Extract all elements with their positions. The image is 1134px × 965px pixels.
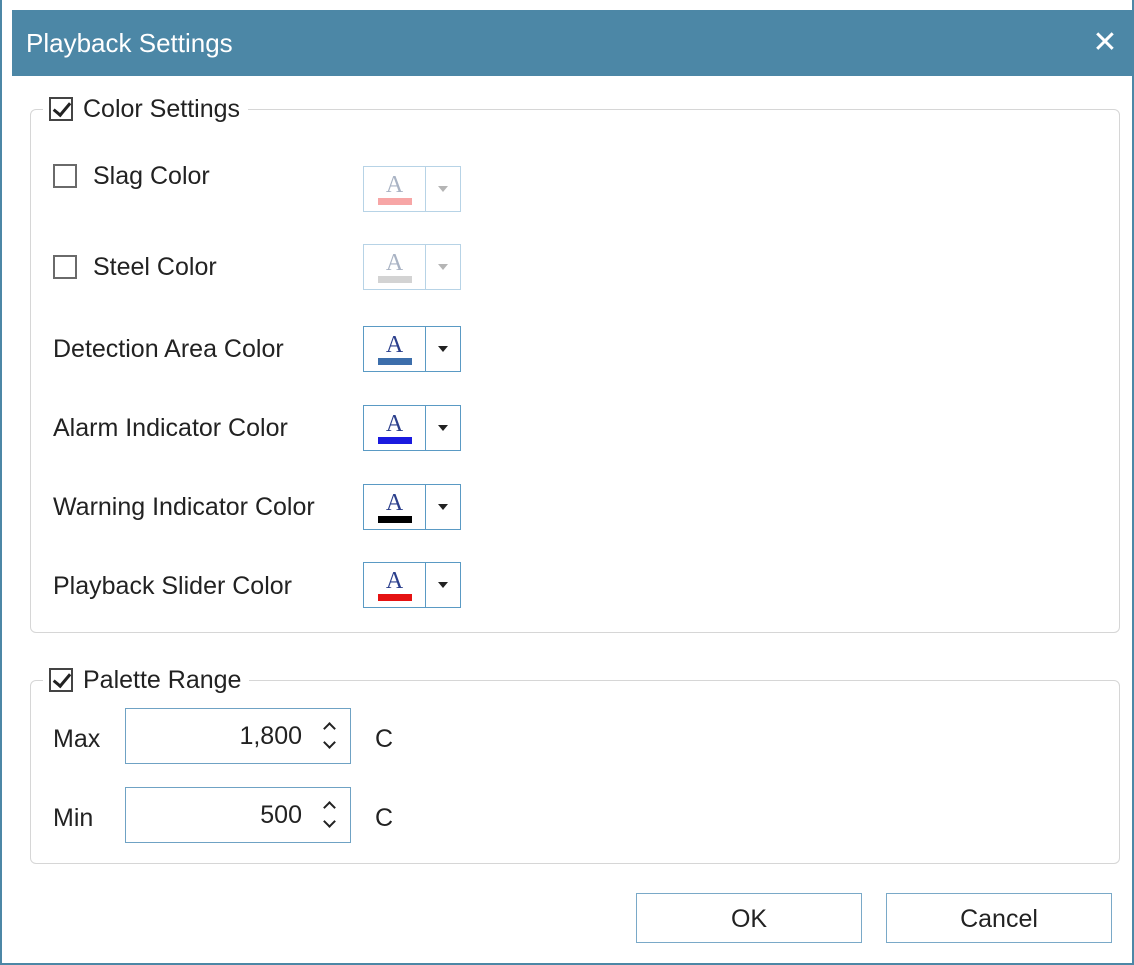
dropdown-arrow-icon — [438, 504, 448, 510]
steel-color-checkbox[interactable] — [53, 255, 77, 279]
warning-indicator-color-picker[interactable]: A — [363, 484, 461, 530]
playback-slider-color-swatch — [377, 593, 412, 601]
slag-color-dropdown[interactable] — [426, 167, 460, 211]
steel-color-label: Steel Color — [93, 252, 217, 281]
dropdown-arrow-icon — [438, 264, 448, 270]
playback-slider-color-picker[interactable]: A — [363, 562, 461, 608]
warning-indicator-color-row: Warning Indicator Color — [53, 487, 315, 527]
detection-area-color-label: Detection Area Color — [53, 334, 284, 363]
max-increment-button[interactable] — [322, 719, 336, 735]
slag-color-preview[interactable]: A — [364, 167, 426, 211]
min-label: Min — [53, 804, 94, 832]
chevron-up-icon — [322, 721, 336, 735]
max-decrement-button[interactable] — [322, 735, 336, 751]
min-value[interactable]: 500 — [260, 788, 302, 842]
chevron-down-icon — [322, 814, 336, 828]
detection-area-color-swatch — [377, 357, 412, 365]
warning-indicator-color-preview[interactable]: A — [364, 485, 426, 529]
max-unit: C — [375, 725, 394, 753]
slag-color-row: Slag Color — [53, 156, 210, 196]
dropdown-arrow-icon — [438, 425, 448, 431]
palette-range-checkbox[interactable] — [49, 668, 73, 692]
max-spinbox[interactable]: 1,800 — [125, 708, 351, 764]
color-settings-checkbox[interactable] — [49, 97, 73, 121]
chevron-down-icon — [322, 735, 336, 749]
detection-area-color-picker[interactable]: A — [363, 326, 461, 372]
detection-area-color-dropdown[interactable] — [426, 327, 460, 371]
alarm-indicator-color-label: Alarm Indicator Color — [53, 413, 288, 442]
font-color-icon: A — [385, 410, 404, 437]
dropdown-arrow-icon — [438, 582, 448, 588]
max-label: Max — [53, 725, 101, 753]
min-unit: C — [375, 804, 394, 832]
title-bar: Playback Settings ✕ — [12, 10, 1134, 76]
cancel-button[interactable]: Cancel — [886, 893, 1112, 943]
alarm-indicator-color-dropdown[interactable] — [426, 406, 460, 450]
min-decrement-button[interactable] — [322, 814, 336, 830]
min-spinbox[interactable]: 500 — [125, 787, 351, 843]
font-color-icon: A — [385, 489, 404, 516]
ok-button[interactable]: OK — [636, 893, 862, 943]
chevron-up-icon — [322, 800, 336, 814]
steel-color-row: Steel Color — [53, 247, 217, 287]
steel-color-preview[interactable]: A — [364, 245, 426, 289]
slag-color-picker[interactable]: A — [363, 166, 461, 212]
playback-slider-color-preview[interactable]: A — [364, 563, 426, 607]
detection-area-color-preview[interactable]: A — [364, 327, 426, 371]
alarm-indicator-color-preview[interactable]: A — [364, 406, 426, 450]
playback-slider-color-label: Playback Slider Color — [53, 571, 292, 600]
warning-indicator-color-dropdown[interactable] — [426, 485, 460, 529]
dropdown-arrow-icon — [438, 346, 448, 352]
font-color-icon: A — [385, 331, 404, 358]
warning-indicator-color-label: Warning Indicator Color — [53, 492, 315, 521]
playback-settings-dialog: Playback Settings ✕ Color Settings Slag … — [0, 0, 1134, 965]
color-settings-label: Color Settings — [83, 94, 241, 123]
font-color-icon: A — [385, 567, 404, 594]
alarm-indicator-color-row: Alarm Indicator Color — [53, 408, 288, 448]
color-settings-legend: Color Settings — [43, 93, 249, 125]
steel-color-picker[interactable]: A — [363, 244, 461, 290]
steel-color-swatch — [377, 275, 412, 283]
steel-color-dropdown[interactable] — [426, 245, 460, 289]
slag-color-label: Slag Color — [93, 161, 210, 190]
color-settings-group: Color Settings Slag Color A Steel Color … — [30, 93, 1120, 633]
palette-range-group: Palette Range Max 1,800 C Min 500 C — [30, 664, 1120, 864]
slag-color-swatch — [377, 197, 412, 205]
min-increment-button[interactable] — [322, 798, 336, 814]
playback-slider-color-dropdown[interactable] — [426, 563, 460, 607]
close-icon: ✕ — [1092, 26, 1118, 59]
alarm-indicator-color-picker[interactable]: A — [363, 405, 461, 451]
close-button[interactable]: ✕ — [1086, 24, 1124, 62]
playback-slider-color-row: Playback Slider Color — [53, 566, 292, 606]
font-color-icon: A — [385, 249, 404, 276]
detection-area-color-row: Detection Area Color — [53, 329, 284, 369]
max-value[interactable]: 1,800 — [239, 709, 302, 763]
font-color-icon: A — [385, 171, 404, 198]
palette-range-label: Palette Range — [83, 665, 242, 694]
alarm-indicator-color-swatch — [377, 436, 412, 444]
dialog-title: Playback Settings — [26, 28, 233, 58]
warning-indicator-color-swatch — [377, 515, 412, 523]
palette-range-legend: Palette Range — [43, 664, 250, 696]
dropdown-arrow-icon — [438, 186, 448, 192]
slag-color-checkbox[interactable] — [53, 164, 77, 188]
